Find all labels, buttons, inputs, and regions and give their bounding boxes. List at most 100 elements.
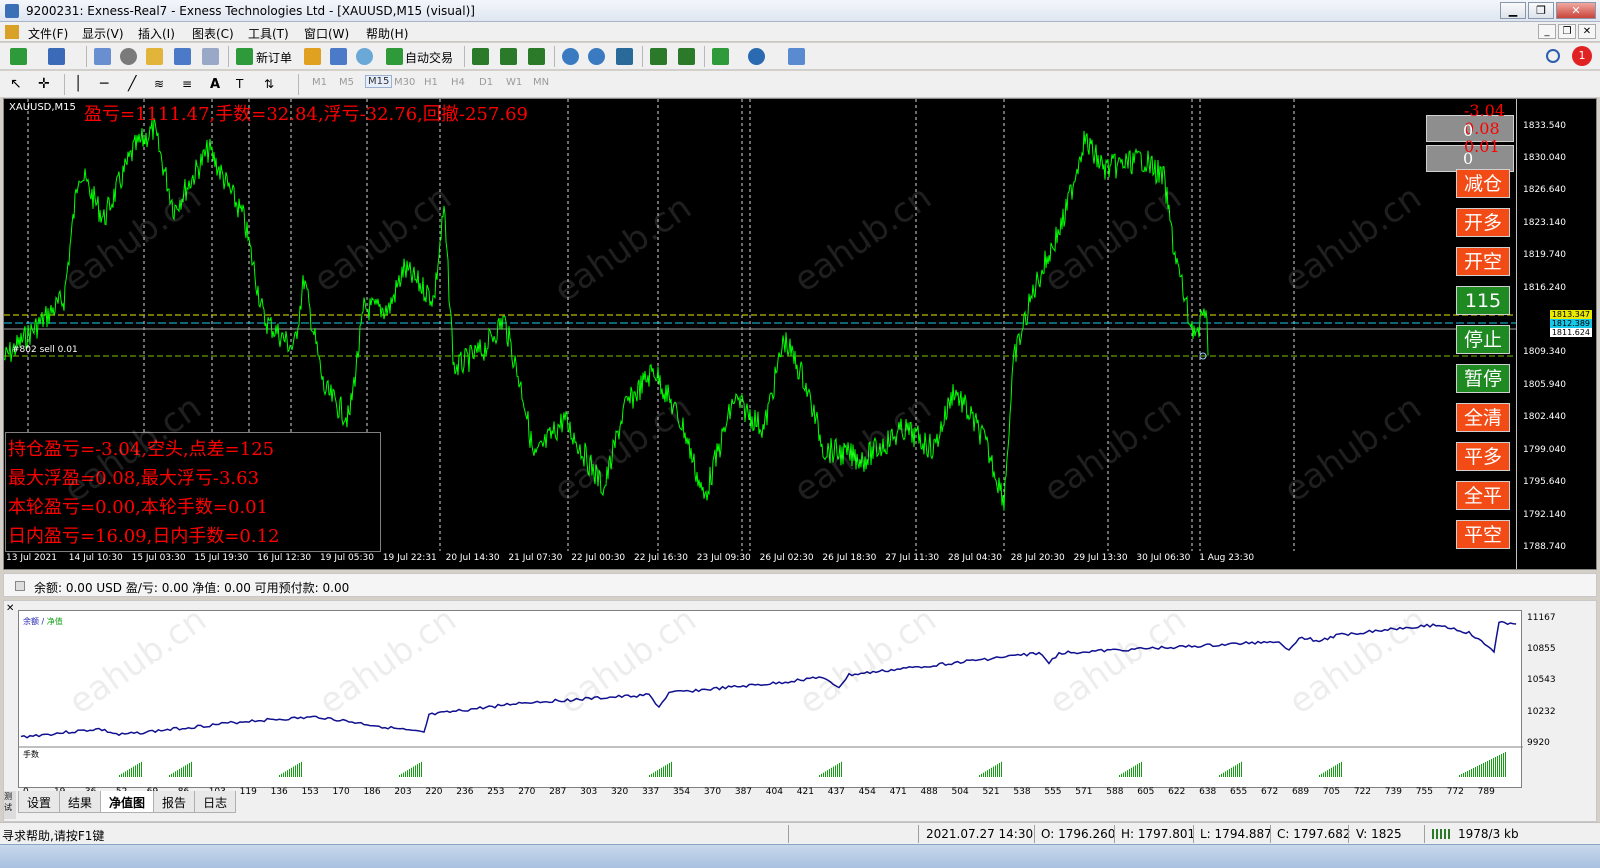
lot-bar <box>1231 767 1232 777</box>
cursor-icon[interactable]: ↖ <box>10 76 27 93</box>
menu-help[interactable]: 帮助(H) <box>366 25 408 42</box>
vertical-line-icon[interactable]: │ <box>74 76 91 93</box>
arrows-icon[interactable]: ⇅ <box>264 76 281 93</box>
timeframe-m30[interactable]: M30 <box>394 77 415 88</box>
open-short-button[interactable]: 开空 <box>1456 247 1510 276</box>
timeframe-m5[interactable]: M5 <box>339 77 354 88</box>
mdi-minimize-button[interactable]: _ <box>1538 24 1556 39</box>
terminal-icon[interactable] <box>174 48 191 65</box>
lot-bar <box>1139 763 1140 777</box>
text-tool-icon[interactable]: A <box>210 76 227 93</box>
trendline-icon[interactable]: ╱ <box>128 76 145 93</box>
menu-insert[interactable]: 插入(I) <box>138 25 175 42</box>
info-round-pl: 本轮盈亏=0.00,本轮手数=0.01 <box>8 497 269 518</box>
drawing-toolbar: ↖ ✛ │ ─ ╱ ≋ ≡ A T ⇅ M1 M5 M15 M30 H1 H4 … <box>0 71 1600 98</box>
timeframe-d1[interactable]: D1 <box>479 77 493 88</box>
price-chart[interactable]: XAUUSD,M15 盈亏=1111.47,手数=32.84,浮亏-32.76,… <box>3 98 1597 570</box>
menu-tools[interactable]: 工具(T) <box>248 25 289 42</box>
timeframe-w1[interactable]: W1 <box>506 77 522 88</box>
tab-equity-graph[interactable]: 净值图 <box>100 791 155 813</box>
text-label-icon[interactable]: T <box>236 76 253 93</box>
horizontal-line-icon[interactable]: ─ <box>100 76 117 93</box>
menu-window[interactable]: 窗口(W) <box>304 25 349 42</box>
menu-charts[interactable]: 图表(C) <box>192 25 234 42</box>
bar-chart-icon[interactable] <box>472 48 489 65</box>
time-tick: 22 Jul 00:30 <box>571 553 626 563</box>
indicators-icon[interactable] <box>712 48 729 65</box>
candlestick-icon[interactable] <box>500 48 517 65</box>
trade-number-tick: 437 <box>827 787 845 797</box>
zoom-out-icon[interactable] <box>588 48 605 65</box>
stop-button[interactable]: 停止 <box>1456 325 1510 354</box>
tester-side-tab[interactable]: 测试 <box>4 791 16 819</box>
lot-bar <box>1135 765 1136 777</box>
pause-button[interactable]: 暂停 <box>1456 364 1510 393</box>
timeframe-m15[interactable]: M15 <box>365 75 393 88</box>
tab-journal[interactable]: 日志 <box>194 791 237 813</box>
timeframe-h4[interactable]: H4 <box>451 77 465 88</box>
profiles-icon[interactable] <box>48 48 65 65</box>
new-chart-icon[interactable] <box>10 48 27 65</box>
notification-badge[interactable]: 1 <box>1572 46 1592 66</box>
value-115-button[interactable]: 115 <box>1456 286 1510 315</box>
open-long-button[interactable]: 开多 <box>1456 208 1510 237</box>
menu-file[interactable]: 文件(F) <box>28 25 68 42</box>
time-tick: 20 Jul 14:30 <box>445 553 500 563</box>
tester-icon[interactable] <box>202 48 219 65</box>
lot-bar <box>407 770 408 777</box>
lot-bar <box>1341 761 1342 777</box>
metaeditor-icon[interactable] <box>304 48 321 65</box>
templates-icon[interactable] <box>788 48 805 65</box>
line-chart-icon[interactable] <box>528 48 545 65</box>
close-all-button[interactable]: 全平 <box>1456 481 1510 510</box>
crosshair-window-icon[interactable] <box>120 48 137 65</box>
new-order-icon[interactable] <box>236 48 253 65</box>
lot-bar <box>419 763 420 777</box>
lot-bar <box>123 772 124 777</box>
fibonacci-icon[interactable]: ≡ <box>182 76 199 93</box>
lot-bar <box>1505 752 1506 777</box>
tab-report[interactable]: 报告 <box>153 791 196 813</box>
close-button[interactable]: ✕ <box>1556 2 1596 19</box>
channel-icon[interactable]: ≋ <box>154 76 171 93</box>
chart-shift-icon[interactable] <box>678 48 695 65</box>
menu-view[interactable]: 显示(V) <box>82 25 124 42</box>
auto-trading-button[interactable]: 自动交易 <box>405 49 453 66</box>
close-long-button[interactable]: 平多 <box>1456 442 1510 471</box>
mdi-close-button[interactable]: ✕ <box>1578 24 1596 39</box>
close-short-button[interactable]: 平空 <box>1456 520 1510 549</box>
clear-all-button[interactable]: 全清 <box>1456 403 1510 432</box>
price-tick: 1823.140 <box>1523 218 1566 228</box>
crosshair-icon[interactable]: ✛ <box>38 76 55 93</box>
lot-bar <box>1337 764 1338 777</box>
lot-bar <box>1223 772 1224 777</box>
timeframe-mn[interactable]: MN <box>533 77 549 88</box>
reduce-position-button[interactable]: 减仓 <box>1456 169 1510 198</box>
timeframe-m1[interactable]: M1 <box>312 77 327 88</box>
lot-bar <box>979 775 980 777</box>
navigator-icon[interactable] <box>146 48 163 65</box>
timeframe-h1[interactable]: H1 <box>424 77 438 88</box>
mdi-restore-button[interactable]: ❐ <box>1558 24 1576 39</box>
lot-bar <box>139 763 140 777</box>
zoom-in-icon[interactable] <box>562 48 579 65</box>
market-icon[interactable] <box>356 48 373 65</box>
minimize-button[interactable]: ▁ <box>1500 2 1526 19</box>
periods-icon[interactable] <box>748 48 765 65</box>
signals-icon[interactable] <box>330 48 347 65</box>
collapse-icon[interactable] <box>15 581 25 591</box>
time-tick: 15 Jul 03:30 <box>131 553 186 563</box>
new-order-button[interactable]: 新订单 <box>256 49 292 66</box>
search-icon[interactable] <box>1546 49 1560 63</box>
auto-trading-icon[interactable] <box>386 48 403 65</box>
info-daily-pl: 日内盈亏=16.09,日内手数=0.12 <box>8 526 280 547</box>
tile-windows-icon[interactable] <box>616 48 633 65</box>
legend-equity: 净值 <box>46 617 63 626</box>
time-tick: 28 Jul 20:30 <box>1010 553 1065 563</box>
auto-scroll-icon[interactable] <box>650 48 667 65</box>
market-watch-icon[interactable] <box>94 48 111 65</box>
tab-settings[interactable]: 设置 <box>18 791 61 813</box>
tab-results[interactable]: 结果 <box>59 791 102 813</box>
tester-close-icon[interactable]: ✕ <box>6 603 14 614</box>
maximize-button[interactable]: ❐ <box>1528 2 1554 19</box>
